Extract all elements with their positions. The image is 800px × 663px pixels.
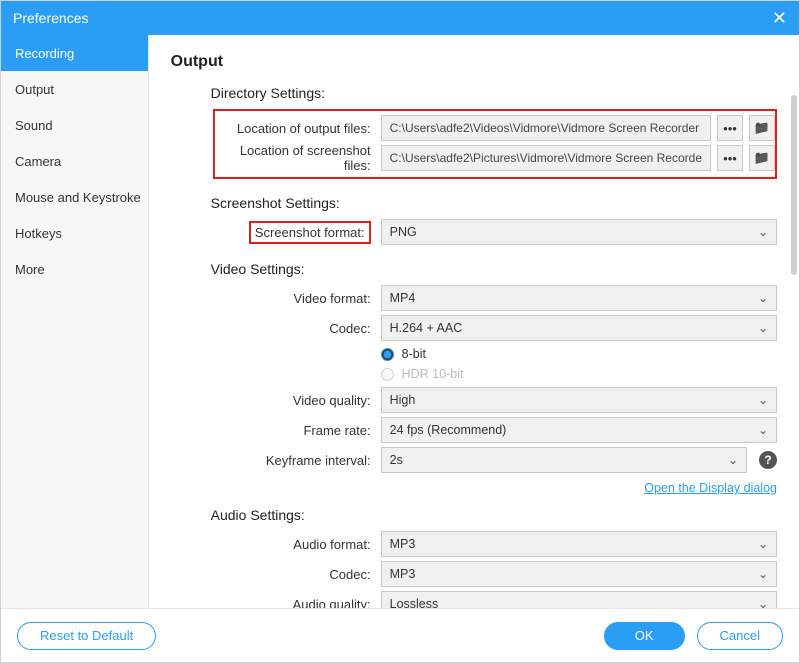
chevron-down-icon: ⌄: [728, 448, 738, 472]
scroll-area[interactable]: Output Directory Settings: Location of o…: [149, 35, 799, 608]
chevron-down-icon: ⌄: [758, 418, 768, 442]
preferences-window: Preferences ✕ Recording Output Sound Cam…: [0, 0, 800, 663]
screenshot-path-open-folder-button[interactable]: [749, 145, 775, 171]
screenshot-format-select[interactable]: PNG ⌄: [381, 219, 777, 245]
close-icon[interactable]: ✕: [772, 8, 787, 29]
audio-codec-select[interactable]: MP3 ⌄: [381, 561, 777, 587]
chevron-down-icon: ⌄: [758, 286, 768, 310]
folder-icon: [754, 120, 770, 136]
screenshot-format-label: Screenshot format:: [249, 221, 371, 244]
screenshot-path-row: Location of screenshot files: C:\Users\a…: [215, 143, 775, 173]
keyframe-label: Keyframe interval:: [171, 453, 381, 468]
body: Recording Output Sound Camera Mouse and …: [1, 35, 799, 608]
sidebar: Recording Output Sound Camera Mouse and …: [1, 35, 149, 608]
output-path-label: Location of output files:: [215, 121, 381, 136]
frame-rate-label: Frame rate:: [171, 423, 381, 438]
radio-8bit[interactable]: 8-bit: [381, 347, 777, 361]
scrollbar[interactable]: [791, 95, 797, 275]
radio-hdr10bit: HDR 10-bit: [381, 367, 777, 381]
screenshot-format-value: PNG: [390, 220, 417, 244]
keyframe-select[interactable]: 2s ⌄: [381, 447, 747, 473]
window-title: Preferences: [13, 10, 88, 26]
video-heading: Video Settings:: [211, 261, 777, 277]
open-display-dialog-link[interactable]: Open the Display dialog: [644, 481, 777, 495]
screenshot-format-row: Screenshot format: PNG ⌄: [171, 219, 777, 245]
output-path-row: Location of output files: C:\Users\adfe2…: [215, 115, 775, 141]
titlebar: Preferences ✕: [1, 1, 799, 35]
sidebar-item-more[interactable]: More: [1, 251, 148, 287]
radio-8bit-input[interactable]: [381, 348, 394, 361]
sidebar-item-hotkeys[interactable]: Hotkeys: [1, 215, 148, 251]
audio-format-select[interactable]: MP3 ⌄: [381, 531, 777, 557]
chevron-down-icon: ⌄: [758, 592, 768, 608]
page-title: Output: [171, 53, 777, 71]
screenshot-path-browse-button[interactable]: •••: [717, 145, 743, 171]
video-codec-label: Codec:: [171, 321, 381, 336]
output-path-input[interactable]: C:\Users\adfe2\Videos\Vidmore\Vidmore Sc…: [381, 115, 711, 141]
cancel-button[interactable]: Cancel: [697, 622, 783, 650]
chevron-down-icon: ⌄: [758, 388, 768, 412]
audio-heading: Audio Settings:: [211, 507, 777, 523]
ok-button[interactable]: OK: [604, 622, 685, 650]
video-quality-label: Video quality:: [171, 393, 381, 408]
frame-rate-select[interactable]: 24 fps (Recommend) ⌄: [381, 417, 777, 443]
directory-highlight-box: Location of output files: C:\Users\adfe2…: [213, 109, 777, 179]
video-format-label: Video format:: [171, 291, 381, 306]
bit-depth-radios: 8-bit HDR 10-bit: [381, 347, 777, 381]
audio-quality-select[interactable]: Lossless ⌄: [381, 591, 777, 608]
directory-heading: Directory Settings:: [211, 85, 777, 101]
video-codec-select[interactable]: H.264 + AAC ⌄: [381, 315, 777, 341]
screenshot-path-label: Location of screenshot files:: [215, 143, 381, 173]
sidebar-item-mouse-keystroke[interactable]: Mouse and Keystroke: [1, 179, 148, 215]
chevron-down-icon: ⌄: [758, 316, 768, 340]
audio-codec-label: Codec:: [171, 567, 381, 582]
chevron-down-icon: ⌄: [758, 532, 768, 556]
audio-quality-label: Audio quality:: [171, 597, 381, 609]
video-format-select[interactable]: MP4 ⌄: [381, 285, 777, 311]
radio-hdr10bit-input: [381, 368, 394, 381]
keyframe-help-icon[interactable]: ?: [759, 451, 777, 469]
screenshot-path-input[interactable]: C:\Users\adfe2\Pictures\Vidmore\Vidmore …: [381, 145, 711, 171]
sidebar-item-recording[interactable]: Recording: [1, 35, 148, 71]
audio-format-label: Audio format:: [171, 537, 381, 552]
sidebar-item-output[interactable]: Output: [1, 71, 148, 107]
chevron-down-icon: ⌄: [758, 220, 768, 244]
chevron-down-icon: ⌄: [758, 562, 768, 586]
footer: Reset to Default OK Cancel: [1, 608, 799, 662]
sidebar-item-camera[interactable]: Camera: [1, 143, 148, 179]
folder-icon: [754, 150, 770, 166]
video-quality-select[interactable]: High ⌄: [381, 387, 777, 413]
sidebar-item-sound[interactable]: Sound: [1, 107, 148, 143]
output-path-browse-button[interactable]: •••: [717, 115, 743, 141]
main: Output Directory Settings: Location of o…: [149, 35, 799, 608]
screenshot-heading: Screenshot Settings:: [211, 195, 777, 211]
output-path-open-folder-button[interactable]: [749, 115, 775, 141]
reset-to-default-button[interactable]: Reset to Default: [17, 622, 156, 650]
